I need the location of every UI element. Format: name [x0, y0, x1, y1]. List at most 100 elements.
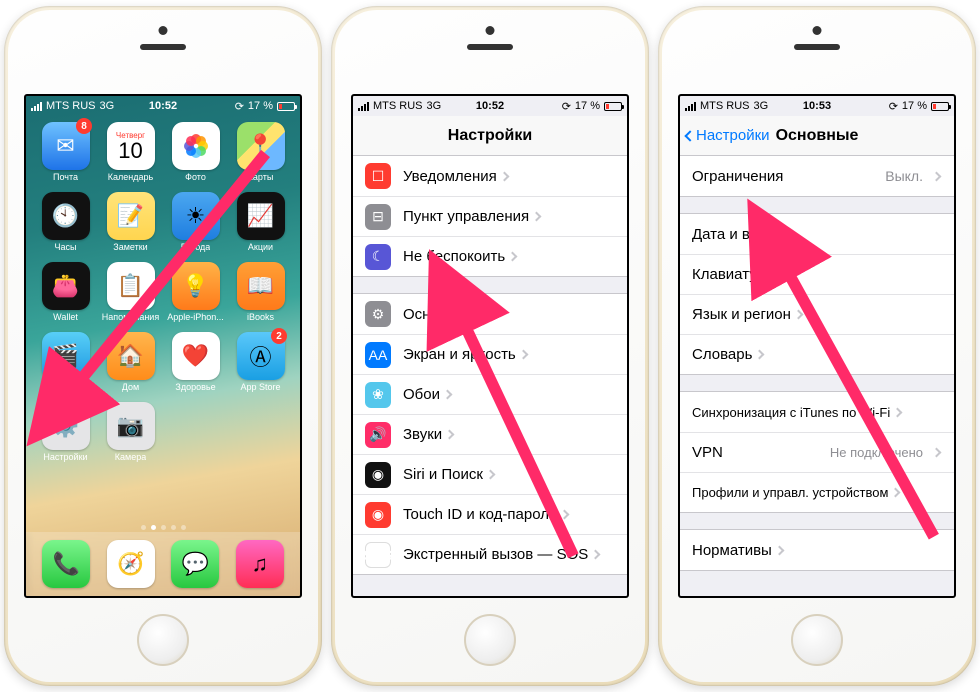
row-notifications[interactable]: ☐Уведомления [353, 156, 627, 196]
rotation-lock-icon: ⟳ [889, 100, 898, 113]
sos-icon: SOS [365, 542, 391, 568]
app-clock[interactable]: 🕙 Часы [34, 192, 97, 258]
mail-label: Почта [53, 172, 78, 182]
app-videos[interactable]: 🎬 Видео [34, 332, 97, 398]
clock-icon: 🕙 [42, 192, 90, 240]
home-button[interactable] [791, 614, 843, 666]
weather-label: Погода [181, 242, 211, 252]
carrier-label: MTS RUS [46, 100, 96, 112]
app-grid: 8 ✉︎ Почта Четверг 10 Календарь [26, 116, 300, 523]
wallet-label: Wallet [53, 312, 78, 322]
back-label: Настройки [696, 127, 770, 144]
general-list[interactable]: ОграниченияВыкл. Дата и время Клавиатура… [680, 156, 954, 596]
chevron-right-icon [559, 510, 569, 520]
carrier-label: MTS RUS [700, 100, 750, 112]
earpiece [467, 44, 513, 50]
row-datetime[interactable]: Дата и время [680, 214, 954, 254]
photos-label: Фото [185, 172, 206, 182]
page-indicator [26, 525, 300, 530]
chevron-right-icon [793, 310, 803, 320]
home-button[interactable] [137, 614, 189, 666]
row-label: Экран и яркость [403, 346, 516, 363]
row-label: Обои [403, 386, 440, 403]
app-camera[interactable]: 📷 Камера [99, 402, 162, 468]
app-maps[interactable]: 📍 Карты [229, 122, 292, 188]
dock-safari[interactable]: 🧭 [107, 540, 155, 588]
touchid-icon: ◉ [365, 502, 391, 528]
general-icon: ⚙ [365, 301, 391, 327]
app-reminders[interactable]: 📋 Напоминания [99, 262, 162, 328]
row-profiles[interactable]: Профили и управл. устройством [680, 472, 954, 512]
app-ibooks[interactable]: 📖 iBooks [229, 262, 292, 328]
dock-phone[interactable]: 📞 [42, 540, 90, 588]
app-wallet[interactable]: 👛 Wallet [34, 262, 97, 328]
front-camera [486, 26, 495, 35]
signal-icon [31, 102, 42, 111]
chevron-right-icon [518, 350, 528, 360]
home-button[interactable] [464, 614, 516, 666]
row-regulatory[interactable]: Нормативы [680, 530, 954, 570]
chevron-right-icon [477, 309, 487, 319]
rotation-lock-icon: ⟳ [235, 100, 244, 113]
row-general[interactable]: ⚙ Основные [353, 294, 627, 334]
row-vpn[interactable]: VPNНе подключено [680, 432, 954, 472]
battery-pct: 17 % [902, 100, 927, 112]
app-stocks[interactable]: 📈 Акции [229, 192, 292, 258]
app-weather[interactable]: ☀︎ Погода [164, 192, 227, 258]
app-home[interactable]: 🏠 Дом [99, 332, 162, 398]
row-label: Основные [403, 306, 474, 323]
app-calendar[interactable]: Четверг 10 Календарь [99, 122, 162, 188]
rotation-lock-icon: ⟳ [562, 100, 571, 113]
row-itunes-wifi[interactable]: Синхронизация с iTunes по Wi-Fi [680, 392, 954, 432]
clock-label: 10:52 [476, 100, 504, 112]
network-label: 3G [427, 100, 442, 112]
row-sounds[interactable]: 🔊Звуки [353, 414, 627, 454]
battery-pct: 17 % [575, 100, 600, 112]
chevron-right-icon [788, 229, 798, 239]
chevron-right-icon [443, 390, 453, 400]
videos-icon: 🎬 [42, 332, 90, 380]
chevron-right-icon [893, 407, 903, 417]
camera-icon: 📷 [107, 402, 155, 450]
row-dictionary[interactable]: Словарь [680, 334, 954, 374]
row-label: Пункт управления [403, 208, 529, 225]
row-dnd[interactable]: ☾Не беспокоить [353, 236, 627, 276]
row-touchid[interactable]: ◉ Touch ID и код-пароль [353, 494, 627, 534]
row-label: Нормативы [692, 542, 772, 559]
app-mail[interactable]: 8 ✉︎ Почта [34, 122, 97, 188]
back-button[interactable]: Настройки [686, 127, 770, 144]
dock: 📞 🧭 💬 ♫ [26, 532, 300, 596]
row-sos[interactable]: SOSЭкстренный вызов — SOS [353, 534, 627, 574]
front-camera [813, 26, 822, 35]
row-control-center[interactable]: ⊟Пункт управления [353, 196, 627, 236]
app-health[interactable]: ❤️ Здоровье [164, 332, 227, 398]
maps-icon: 📍 [237, 122, 285, 170]
row-display[interactable]: AAЭкран и яркость [353, 334, 627, 374]
row-restrictions[interactable]: ОграниченияВыкл. [680, 156, 954, 196]
general-screen: MTS RUS 3G 10:53 ⟳ 17 % Настройки Основн… [678, 94, 956, 598]
home-label: Дом [122, 382, 139, 392]
dock-messages[interactable]: 💬 [171, 540, 219, 588]
app-tips[interactable]: 💡 Apple-iPhon... [164, 262, 227, 328]
row-language[interactable]: Язык и регион [680, 294, 954, 334]
app-photos[interactable]: Фото [164, 122, 227, 188]
app-notes[interactable]: 📝 Заметки [99, 192, 162, 258]
row-label: Не беспокоить [403, 248, 505, 265]
row-label: Touch ID и код-пароль [403, 506, 557, 523]
chevron-right-icon [591, 550, 601, 560]
reminders-label: Напоминания [102, 312, 159, 322]
dock-music[interactable]: ♫ [236, 540, 284, 588]
settings-label: Настройки [43, 452, 87, 462]
row-keyboard[interactable]: Клавиатура [680, 254, 954, 294]
app-settings[interactable]: ⚙️ Настройки [34, 402, 97, 468]
app-appstore[interactable]: 2 Ⓐ App Store [229, 332, 292, 398]
notifications-icon: ☐ [365, 163, 391, 189]
stocks-label: Акции [248, 242, 273, 252]
settings-list[interactable]: ☐Уведомления ⊟Пункт управления ☾Не беспо… [353, 156, 627, 596]
chevron-right-icon [891, 488, 901, 498]
row-siri[interactable]: ◉Siri и Поиск [353, 454, 627, 494]
tips-label: Apple-iPhon... [167, 312, 224, 322]
health-label: Здоровье [175, 382, 215, 392]
settings-icon: ⚙️ [42, 402, 90, 450]
row-wallpaper[interactable]: ❀Обои [353, 374, 627, 414]
